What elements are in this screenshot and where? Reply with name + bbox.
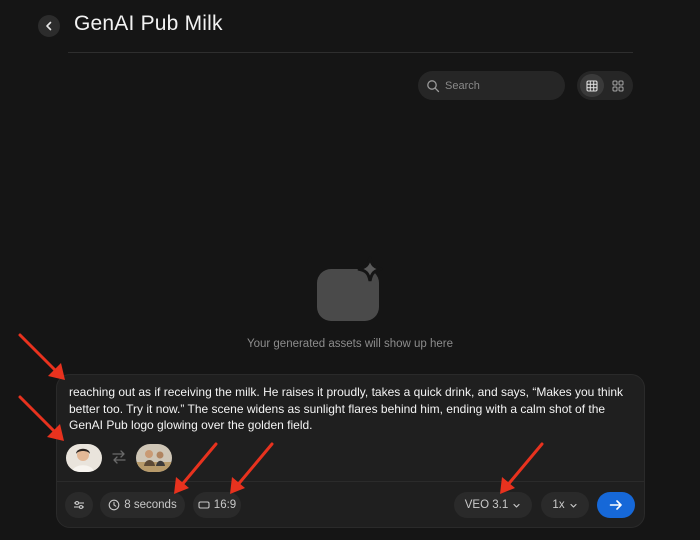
grid-small-view-button[interactable] xyxy=(607,74,631,97)
grid-small-icon xyxy=(612,80,624,91)
annotation-arrow xyxy=(18,333,65,380)
arrow-right-icon xyxy=(609,500,622,510)
prompt-composer: reaching out as if receiving the milk. H… xyxy=(56,374,645,528)
reference-image-2[interactable] xyxy=(136,444,172,472)
duration-label: 8 seconds xyxy=(124,499,177,511)
aspect-ratio-label: 16:9 xyxy=(213,499,237,511)
composer-divider xyxy=(57,481,644,482)
annotation-arrow xyxy=(18,395,64,441)
view-toggle xyxy=(577,71,633,100)
annotation-arrow xyxy=(174,442,218,494)
chevron-down-icon xyxy=(513,503,520,508)
grid-view-button[interactable] xyxy=(580,74,604,97)
sparkle-image-icon xyxy=(317,256,383,321)
settings-button[interactable] xyxy=(65,492,93,518)
scene-thumbnail-icon xyxy=(136,444,172,472)
chevron-down-icon xyxy=(569,503,577,508)
aspect-ratio-icon xyxy=(198,501,210,509)
prompt-text[interactable]: reaching out as if receiving the milk. H… xyxy=(69,384,637,434)
sliders-icon xyxy=(74,500,84,510)
chevron-left-icon xyxy=(46,21,52,31)
grid-large-icon xyxy=(586,79,598,92)
search-icon xyxy=(426,79,440,93)
annotation-arrow xyxy=(230,442,274,494)
empty-state-message: Your generated assets will show up here xyxy=(246,338,454,350)
swap-arrows-icon xyxy=(112,450,126,464)
divider xyxy=(68,52,633,53)
back-button[interactable] xyxy=(38,15,60,37)
search-input[interactable] xyxy=(445,79,555,92)
speed-label: 1x xyxy=(552,499,565,511)
model-label: VEO 3.1 xyxy=(464,499,509,511)
reference-image-1[interactable] xyxy=(66,444,102,472)
search-box[interactable] xyxy=(418,71,565,100)
clock-icon xyxy=(108,499,120,511)
annotation-arrow xyxy=(500,442,544,494)
page-title: GenAI Pub Milk xyxy=(74,12,223,35)
person-avatar-icon xyxy=(66,444,102,472)
send-button[interactable] xyxy=(597,492,635,518)
speed-selector[interactable]: 1x xyxy=(541,492,589,518)
